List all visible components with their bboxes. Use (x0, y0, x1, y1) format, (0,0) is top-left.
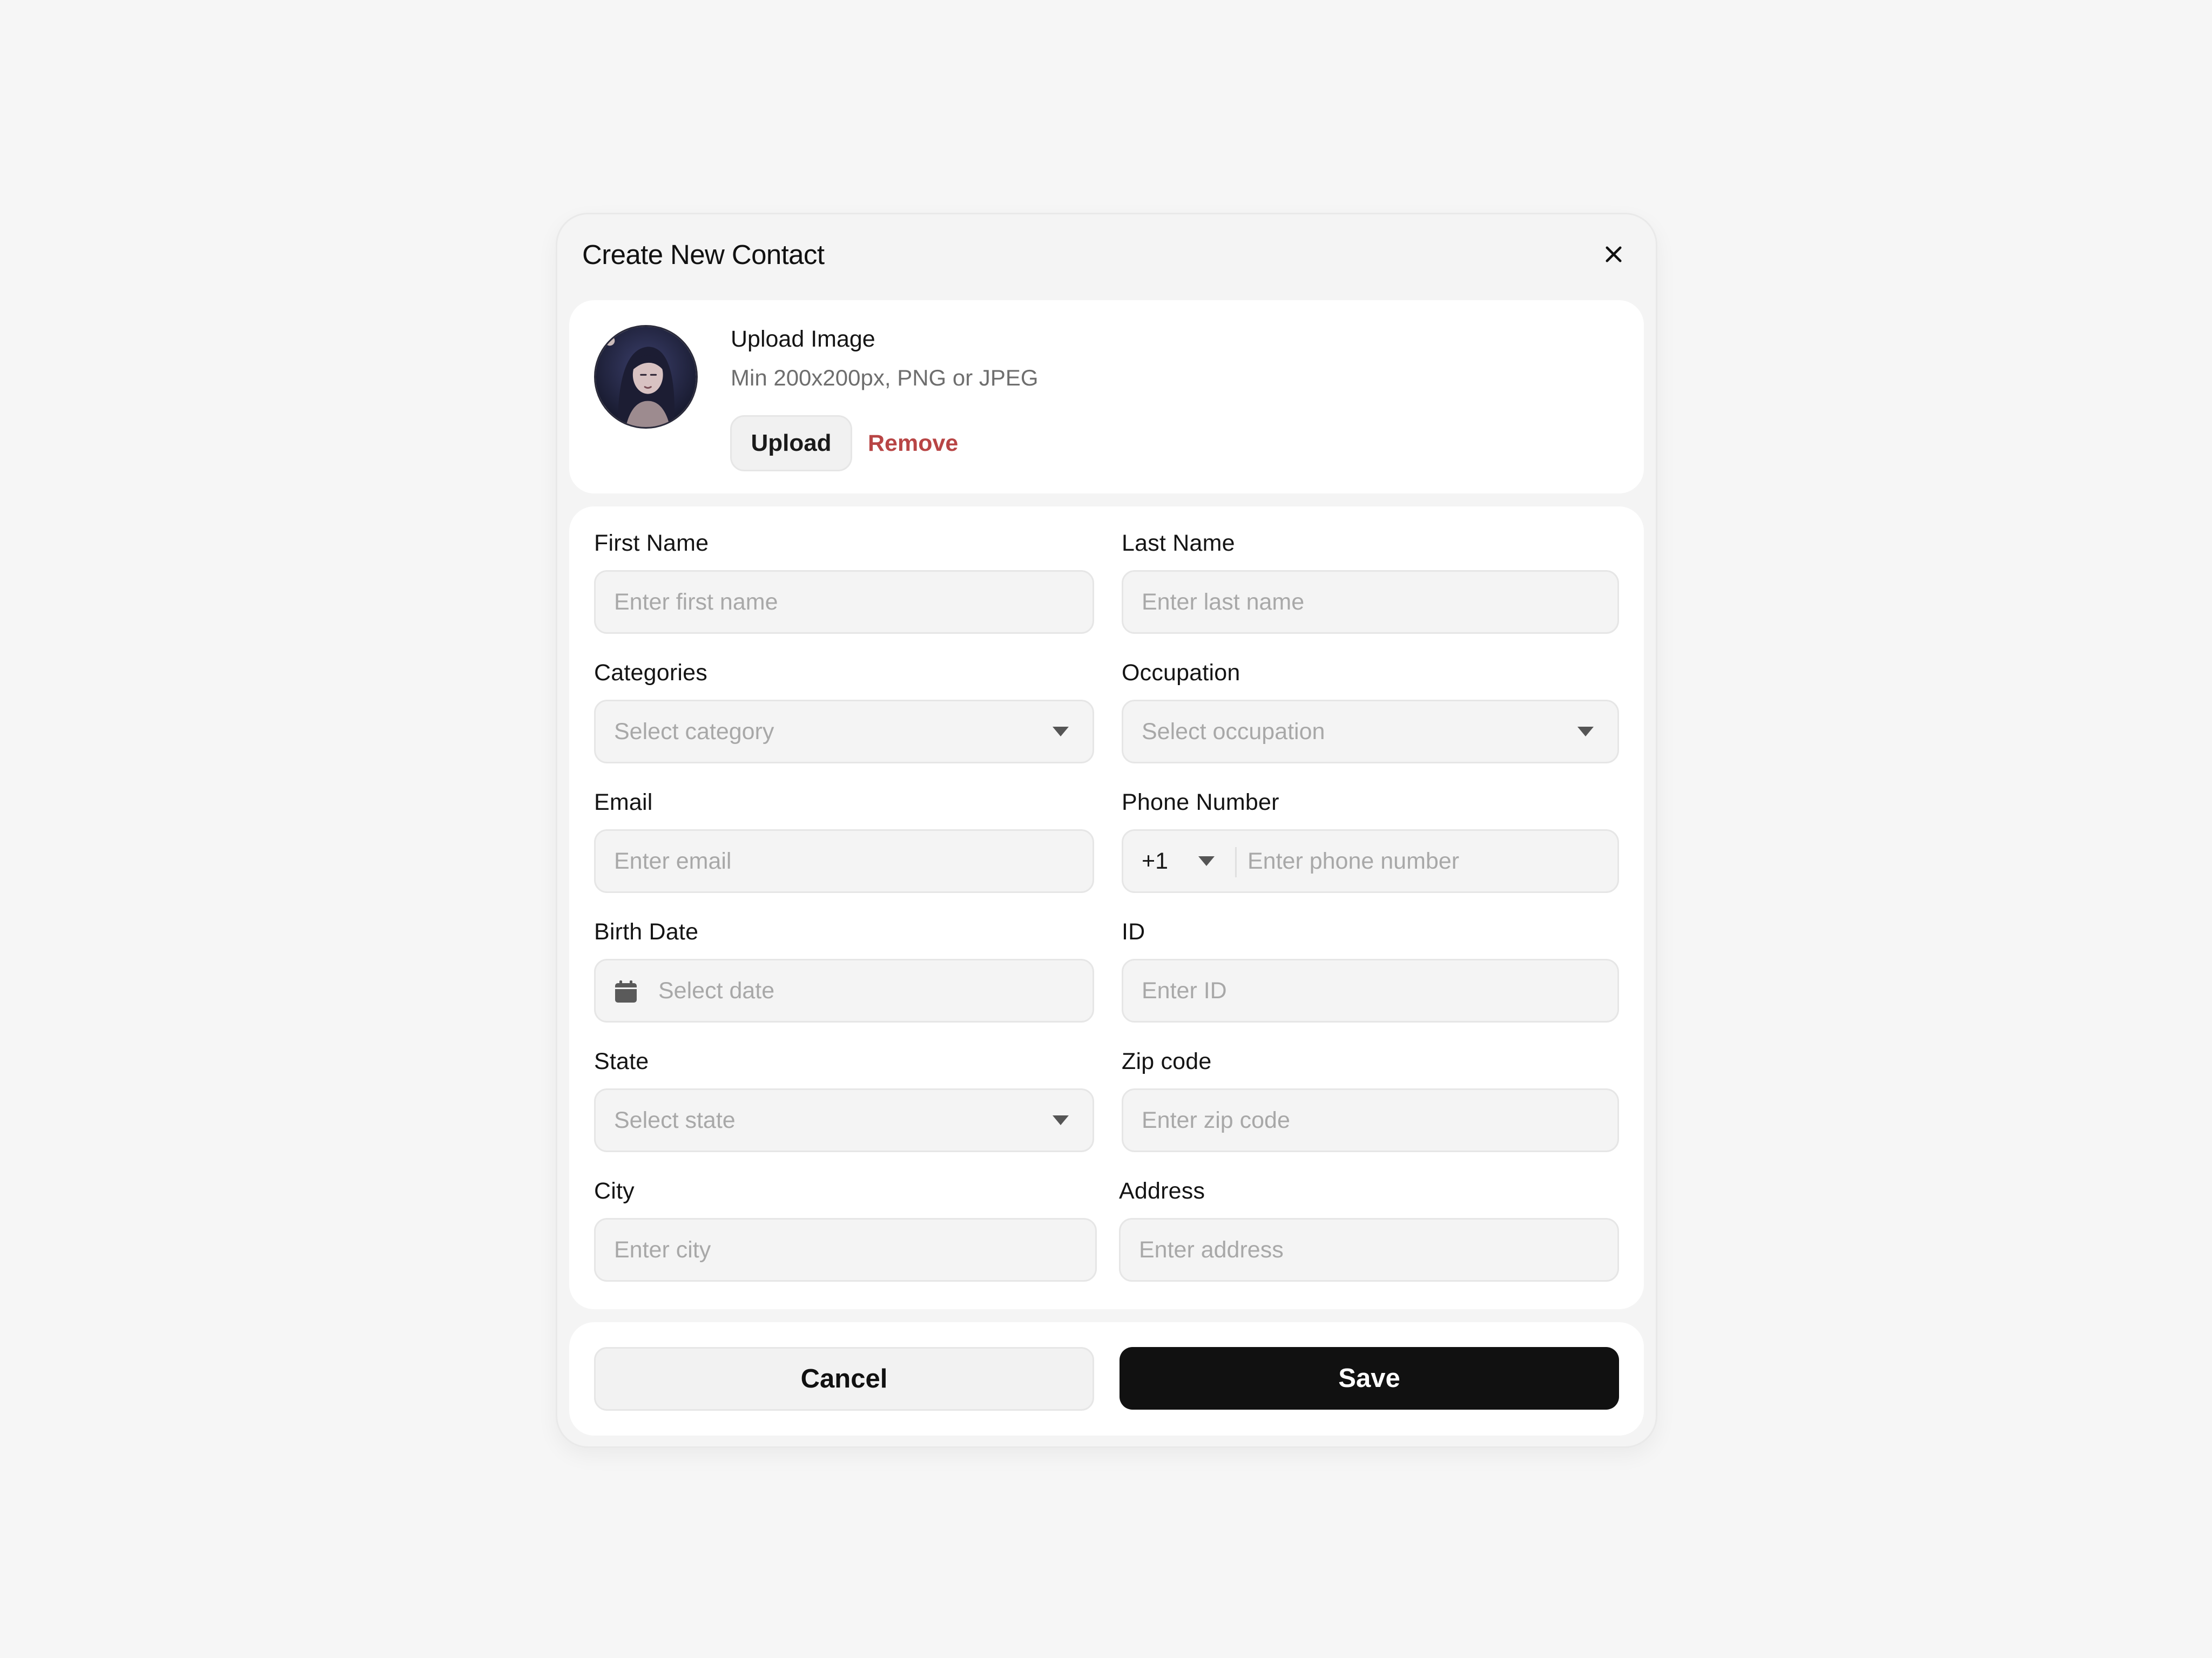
id-input[interactable] (1122, 959, 1619, 1023)
birth-date-label: Birth Date (594, 919, 699, 945)
id-label: ID (1122, 919, 1145, 945)
address-input[interactable] (1119, 1218, 1619, 1282)
upload-image-hint: Min 200x200px, PNG or JPEG (731, 365, 1038, 390)
modal-title: Create New Contact (582, 239, 825, 270)
categories-placeholder: Select category (614, 719, 774, 745)
modal-footer: Cancel Save (569, 1322, 1644, 1436)
cancel-button[interactable]: Cancel (594, 1347, 1094, 1411)
email-input[interactable] (594, 829, 1094, 893)
upload-button[interactable]: Upload (730, 415, 852, 471)
create-contact-modal: Create New Contact Upload Image Min 200x… (556, 213, 1657, 1448)
phone-number-field: +1 (1122, 829, 1619, 893)
categories-label: Categories (594, 660, 707, 686)
remove-image-link[interactable]: Remove (868, 428, 958, 459)
close-button[interactable] (1597, 238, 1630, 270)
occupation-select[interactable]: Select occupation (1122, 700, 1619, 763)
occupation-label: Occupation (1122, 660, 1240, 686)
chevron-down-icon (1576, 725, 1595, 738)
city-input[interactable] (594, 1218, 1097, 1282)
categories-select[interactable]: Select category (594, 700, 1094, 763)
state-label: State (594, 1048, 649, 1074)
address-label: Address (1119, 1178, 1205, 1204)
phone-divider (1235, 847, 1237, 877)
save-button[interactable]: Save (1120, 1347, 1619, 1410)
last-name-input[interactable] (1122, 570, 1619, 634)
phone-number-input[interactable] (1247, 831, 1604, 891)
contact-form-section: First Name Last Name Categories Select c… (569, 506, 1644, 1309)
birth-date-placeholder: Select date (658, 978, 775, 1004)
avatar (594, 325, 698, 429)
chevron-down-icon (1051, 725, 1070, 738)
last-name-label: Last Name (1122, 530, 1235, 556)
phone-number-label: Phone Number (1122, 789, 1279, 815)
email-label: Email (594, 789, 653, 815)
close-icon (1606, 246, 1622, 262)
city-label: City (594, 1178, 635, 1204)
occupation-placeholder: Select occupation (1142, 719, 1325, 745)
state-placeholder: Select state (614, 1107, 736, 1133)
calendar-icon (614, 980, 638, 1004)
avatar-illustration (596, 327, 696, 427)
chevron-down-icon (1051, 1114, 1070, 1127)
chevron-down-icon[interactable] (1197, 855, 1216, 868)
upload-image-section: Upload Image Min 200x200px, PNG or JPEG … (569, 300, 1644, 493)
first-name-input[interactable] (594, 570, 1094, 634)
state-select[interactable]: Select state (594, 1088, 1094, 1152)
upload-image-title: Upload Image (731, 326, 875, 352)
first-name-label: First Name (594, 530, 709, 556)
zip-code-label: Zip code (1122, 1048, 1212, 1074)
birth-date-picker[interactable]: Select date (594, 959, 1094, 1023)
zip-code-input[interactable] (1122, 1088, 1619, 1152)
country-code-select[interactable]: +1 (1142, 831, 1168, 891)
